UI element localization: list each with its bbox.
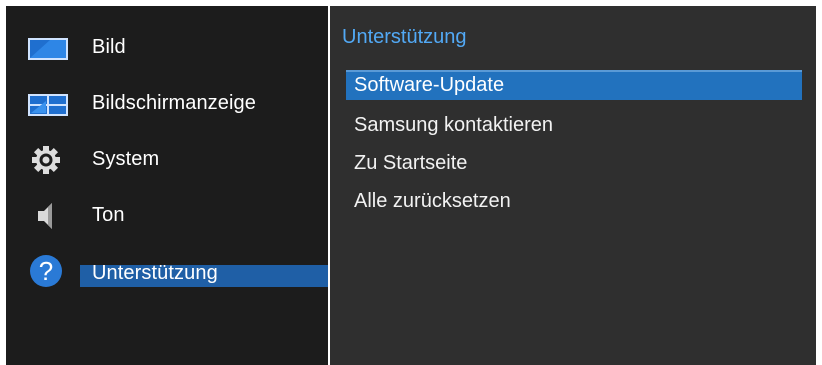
menu-item-system[interactable]: System [6, 137, 328, 183]
submenu-item-label: Samsung kontaktieren [354, 114, 554, 136]
submenu-item-samsung-kontaktieren[interactable]: Samsung kontaktieren [346, 110, 802, 140]
menu-item-label: Bildschirmanzeige [92, 92, 256, 114]
svg-text:?: ? [39, 256, 53, 286]
help-icon: ? [28, 255, 68, 287]
submenu-item-label: Alle zurücksetzen [354, 190, 511, 212]
menu-item-bildschirmanzeige[interactable]: Bildschirmanzeige [6, 81, 328, 127]
picture-icon [28, 33, 68, 63]
menu-item-label: Bild [92, 36, 126, 58]
submenu-item-alle-zuruecksetzen[interactable]: Alle zurücksetzen [346, 186, 802, 216]
main-menu: Bild Bildschirmanzeige System Ton ? Unte… [6, 6, 328, 365]
menu-item-unterstuetzung[interactable]: ? Unterstützung [6, 249, 328, 295]
speaker-icon [28, 201, 68, 231]
submenu-item-label: Zu Startseite [354, 152, 468, 174]
menu-item-label: Ton [92, 204, 125, 226]
menu-item-ton[interactable]: Ton [6, 193, 328, 239]
submenu-item-zu-startseite[interactable]: Zu Startseite [346, 148, 802, 178]
menu-item-label: System [92, 148, 160, 170]
settings-screen: Bild Bildschirmanzeige System Ton ? Unte… [0, 0, 822, 365]
submenu-item-software-update[interactable]: Software-Update [346, 70, 802, 100]
gear-icon [28, 145, 68, 175]
onscreen-display-icon [28, 89, 68, 119]
menu-item-label: Unterstützung [92, 262, 218, 284]
submenu-item-label: Software-Update [354, 74, 505, 96]
submenu-panel: Unterstützung Software-Update Samsung ko… [330, 6, 816, 365]
submenu-title: Unterstützung [342, 26, 467, 48]
menu-item-bild[interactable]: Bild [6, 25, 328, 71]
